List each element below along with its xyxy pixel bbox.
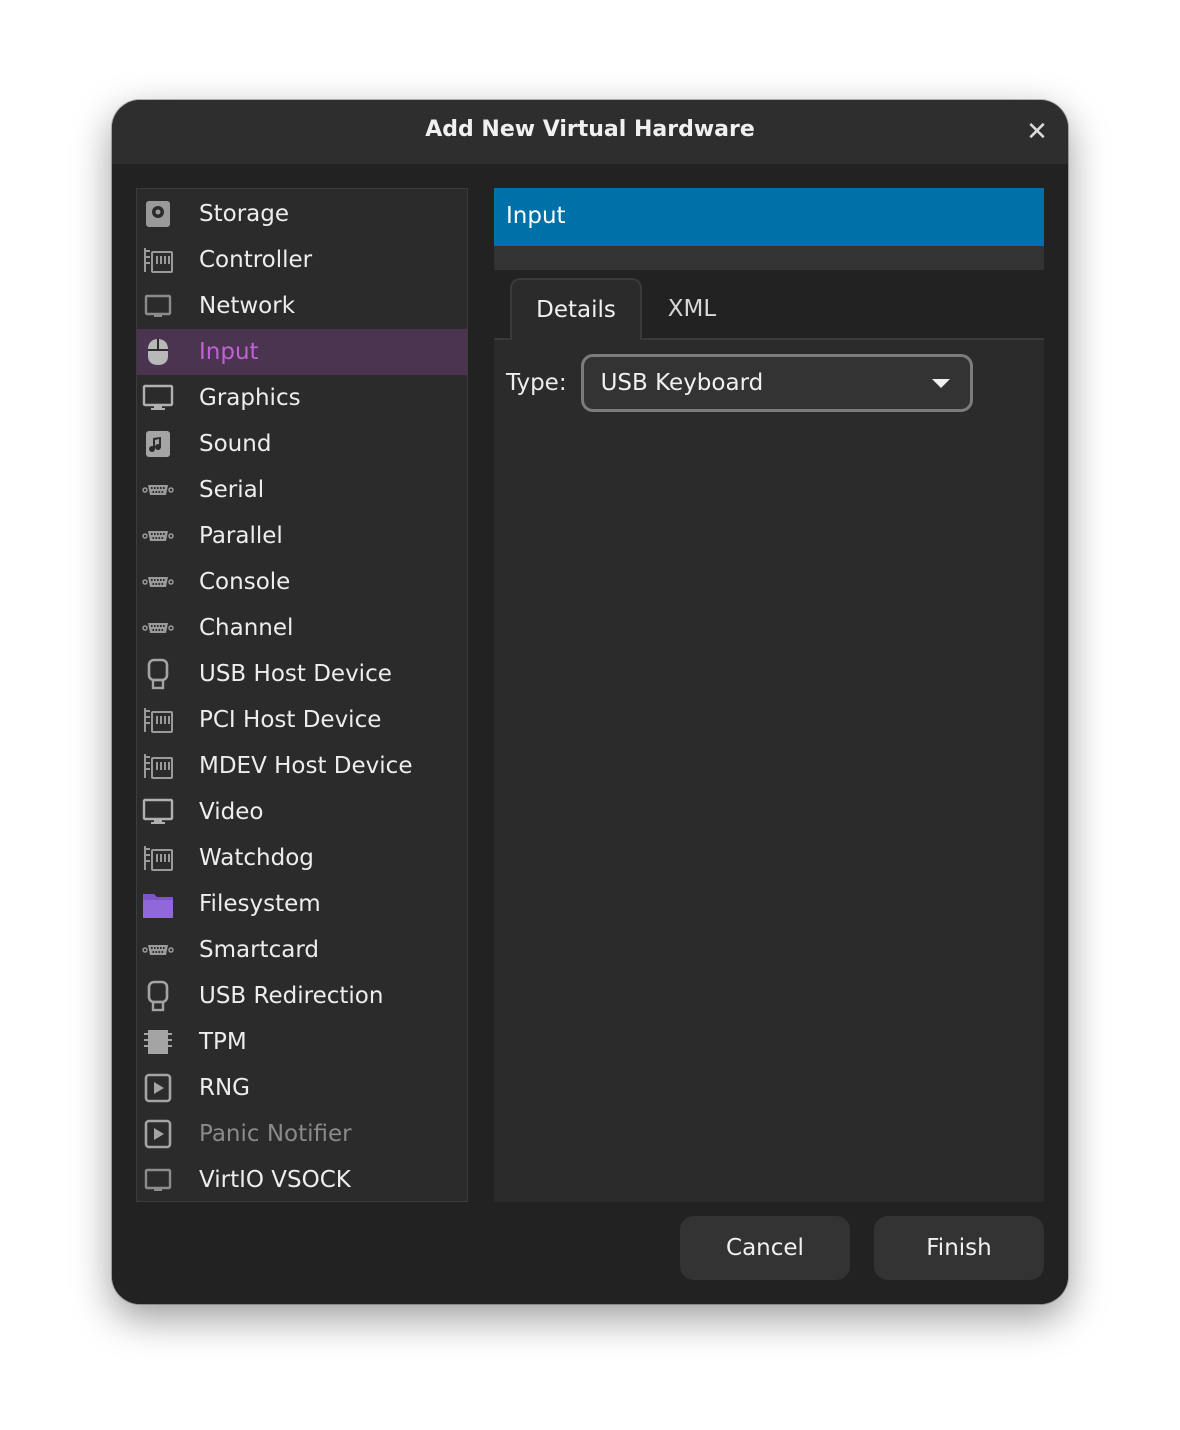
type-dropdown[interactable]: USB Keyboard	[580, 354, 973, 412]
hardware-item-serial[interactable]: Serial	[137, 467, 467, 513]
serial-port-icon	[141, 473, 175, 507]
card-icon	[141, 841, 175, 875]
hardware-item-label: USB Redirection	[199, 983, 384, 1009]
card-icon	[141, 243, 175, 277]
hardware-item-label: MDEV Host Device	[199, 753, 413, 779]
tab-bar: Details XML	[494, 270, 1044, 340]
device-header-label: Input	[506, 203, 566, 229]
dialog-content: Storage Controller Network Input Graphics Sou…	[112, 164, 1068, 1304]
monitor-icon	[141, 381, 175, 415]
hardware-item-filesystem[interactable]: Filesystem	[137, 881, 467, 927]
hardware-item-label: Input	[199, 339, 259, 365]
hardware-item-label: TPM	[199, 1029, 247, 1055]
hardware-item-label: Panic Notifier	[199, 1121, 352, 1147]
folder-icon	[141, 887, 175, 921]
hardware-item-input[interactable]: Input	[137, 329, 467, 375]
hardware-item-panic-notifier[interactable]: Panic Notifier	[137, 1111, 467, 1157]
hardware-item-sound[interactable]: Sound	[137, 421, 467, 467]
hardware-item-label: Sound	[199, 431, 272, 457]
hardware-item-label: Network	[199, 293, 296, 319]
chevron-down-icon	[931, 379, 950, 388]
network-icon	[141, 1163, 175, 1197]
hardware-item-label: Video	[199, 799, 264, 825]
usb-icon	[141, 979, 175, 1013]
hardware-item-label: Parallel	[199, 523, 283, 549]
play-icon	[141, 1117, 175, 1151]
serial-port-icon	[141, 933, 175, 967]
hardware-item-virtio-vsock[interactable]: VirtIO VSOCK	[137, 1157, 467, 1203]
type-label: Type:	[506, 370, 567, 396]
hardware-item-label: USB Host Device	[199, 661, 392, 687]
hardware-item-label: PCI Host Device	[199, 707, 382, 733]
hardware-item-label: Watchdog	[199, 845, 314, 871]
hardware-item-label: RNG	[199, 1075, 251, 1101]
hardware-item-label: Serial	[199, 477, 265, 503]
hardware-item-label: Channel	[199, 615, 294, 641]
type-row: Type: USB Keyboard	[506, 352, 973, 414]
hardware-list: Storage Controller Network Input Graphics Sou…	[136, 188, 468, 1202]
hardware-item-label: Graphics	[199, 385, 301, 411]
finish-button[interactable]: Finish	[874, 1216, 1044, 1280]
hardware-item-label: Storage	[199, 201, 289, 227]
details-panel: Input Details XML Type: USB Keyboard	[494, 188, 1044, 1202]
hardware-item-network[interactable]: Network	[137, 283, 467, 329]
close-button[interactable]: ✕	[1024, 117, 1050, 147]
serial-port-icon	[141, 611, 175, 645]
close-icon: ✕	[1026, 117, 1048, 147]
hardware-item-label: Filesystem	[199, 891, 321, 917]
serial-port-icon	[141, 519, 175, 553]
hardware-item-smartcard[interactable]: Smartcard	[137, 927, 467, 973]
hardware-item-usb-redirection[interactable]: USB Redirection	[137, 973, 467, 1019]
chip-icon	[141, 1025, 175, 1059]
hardware-item-storage[interactable]: Storage	[137, 191, 467, 237]
title-bar: Add New Virtual Hardware ✕	[112, 100, 1068, 164]
tab-details[interactable]: Details	[510, 278, 642, 340]
serial-port-icon	[141, 565, 175, 599]
hardware-item-label: Smartcard	[199, 937, 319, 963]
dialog-title: Add New Virtual Hardware	[425, 117, 755, 142]
hardware-item-graphics[interactable]: Graphics	[137, 375, 467, 421]
disk-icon	[141, 197, 175, 231]
hardware-item-tpm[interactable]: TPM	[137, 1019, 467, 1065]
hardware-item-controller[interactable]: Controller	[137, 237, 467, 283]
type-dropdown-value: USB Keyboard	[600, 370, 764, 396]
music-icon	[141, 427, 175, 461]
tab-xml[interactable]: XML	[654, 278, 730, 340]
hardware-item-console[interactable]: Console	[137, 559, 467, 605]
hardware-item-label: VirtIO VSOCK	[199, 1167, 351, 1193]
device-header: Input	[494, 188, 1044, 246]
hardware-item-usb-host-device[interactable]: USB Host Device	[137, 651, 467, 697]
add-hardware-dialog: Add New Virtual Hardware ✕ Storage Contro…	[112, 100, 1068, 1304]
cancel-button[interactable]: Cancel	[680, 1216, 850, 1280]
header-separator	[494, 246, 1044, 270]
hardware-item-mdev-host-device[interactable]: MDEV Host Device	[137, 743, 467, 789]
card-icon	[141, 703, 175, 737]
hardware-item-label: Controller	[199, 247, 313, 273]
monitor-icon	[141, 795, 175, 829]
hardware-item-parallel[interactable]: Parallel	[137, 513, 467, 559]
mouse-icon	[141, 335, 175, 369]
hardware-item-pci-host-device[interactable]: PCI Host Device	[137, 697, 467, 743]
hardware-item-watchdog[interactable]: Watchdog	[137, 835, 467, 881]
play-icon	[141, 1071, 175, 1105]
hardware-item-channel[interactable]: Channel	[137, 605, 467, 651]
hardware-item-rng[interactable]: RNG	[137, 1065, 467, 1111]
network-icon	[141, 289, 175, 323]
card-icon	[141, 749, 175, 783]
usb-icon	[141, 657, 175, 691]
hardware-item-video[interactable]: Video	[137, 789, 467, 835]
hardware-item-label: Console	[199, 569, 291, 595]
